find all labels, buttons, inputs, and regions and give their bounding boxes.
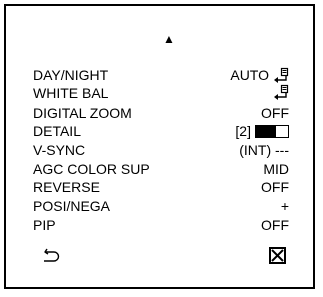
detail-level-fill	[256, 126, 276, 137]
day-night-value: AUTO	[230, 67, 269, 83]
menu-item-label: WHITE BAL	[33, 85, 109, 101]
menu-item-detail[interactable]: DETAIL [2]	[33, 122, 289, 141]
menu-item-pip[interactable]: PIP OFF	[33, 216, 289, 235]
menu-item-label: V-SYNC	[33, 142, 86, 158]
menu-item-posi-nega[interactable]: POSI/NEGA +	[33, 197, 289, 216]
menu-item-value: OFF	[261, 179, 289, 195]
menu-item-day-night[interactable]: DAY/NIGHT AUTO	[33, 66, 289, 85]
menu-item-value: OFF	[261, 105, 289, 121]
menu-item-agc-color-sup[interactable]: AGC COLOR SUP MID	[33, 160, 289, 179]
menu-item-value: AUTO	[230, 66, 289, 85]
close-box-icon[interactable]	[269, 247, 286, 264]
menu-item-label: DETAIL	[33, 123, 81, 139]
return-icon[interactable]	[42, 246, 62, 264]
menu-item-reverse[interactable]: REVERSE OFF	[33, 178, 289, 197]
menu-item-value: +	[280, 198, 289, 214]
detail-level-bar[interactable]	[255, 125, 289, 138]
menu-item-white-bal[interactable]: WHITE BAL	[33, 84, 289, 103]
detail-value: [2]	[235, 123, 251, 139]
menu-item-value: [2]	[235, 122, 289, 141]
menu-item-label: REVERSE	[33, 179, 100, 195]
menu-item-digital-zoom[interactable]: DIGITAL ZOOM OFF	[33, 104, 289, 123]
scroll-up-icon[interactable]: ▲	[163, 33, 175, 45]
enter-icon[interactable]	[273, 84, 289, 102]
menu-item-label: AGC COLOR SUP	[33, 161, 150, 177]
menu-item-v-sync[interactable]: V-SYNC (INT) ---	[33, 141, 289, 160]
menu-item-label: PIP	[33, 217, 56, 233]
menu-item-label: POSI/NEGA	[33, 198, 111, 214]
menu-item-value: MID	[263, 161, 289, 177]
menu-item-label: DAY/NIGHT	[33, 67, 109, 83]
menu-item-value	[269, 84, 289, 102]
menu-item-value: (INT) ---	[239, 142, 289, 158]
menu-item-label: DIGITAL ZOOM	[33, 105, 132, 121]
enter-icon[interactable]	[273, 67, 289, 85]
menu-item-value: OFF	[261, 217, 289, 233]
